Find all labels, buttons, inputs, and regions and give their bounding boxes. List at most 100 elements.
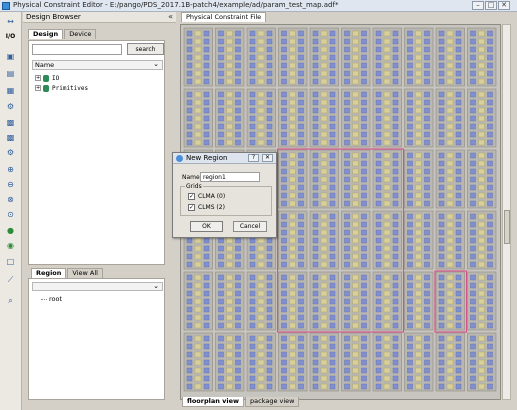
disk-alt-icon[interactable]: ▩ [3, 131, 18, 144]
zoom-fit-icon[interactable]: ⊗ [3, 193, 18, 206]
floorplan-tile[interactable] [404, 210, 434, 270]
tab-view-all[interactable]: View All [67, 268, 103, 278]
floorplan-tile[interactable] [467, 27, 497, 87]
checkbox-row-clma[interactable]: ✓ CLMA (0) [188, 193, 225, 200]
line-icon[interactable]: ⟋ [3, 273, 18, 286]
tab-design[interactable]: Design [28, 29, 64, 39]
tab-region[interactable]: Region [31, 268, 67, 278]
floorplan-tile[interactable] [372, 88, 402, 148]
floorplan-tile[interactable] [278, 332, 308, 392]
floorplan-tile[interactable] [309, 88, 339, 148]
floorplan-tile[interactable] [183, 88, 213, 148]
chevron-down-icon[interactable]: ⌄ [153, 60, 159, 68]
floorplan-tile[interactable] [404, 149, 434, 209]
rectangle-icon[interactable]: □ [3, 255, 18, 268]
floorplan-tile[interactable] [435, 88, 465, 148]
floorplan-tile[interactable] [467, 149, 497, 209]
floorplan-tile[interactable] [215, 332, 245, 392]
maximize-button[interactable]: □ [485, 1, 497, 10]
arrows-icon[interactable]: ↔ [3, 15, 18, 28]
floorplan-tile[interactable] [183, 332, 213, 392]
floorplan-tile[interactable] [309, 27, 339, 87]
ok-button[interactable]: OK [190, 221, 223, 232]
floorplan-tile[interactable] [246, 271, 276, 331]
zoom-out-icon[interactable]: ⊖ [3, 178, 18, 191]
floorplan-tile[interactable] [404, 88, 434, 148]
tree-item-primitives[interactable]: + Primitives [35, 84, 88, 92]
green-ring-icon[interactable]: ◉ [3, 239, 18, 252]
io-icon[interactable]: I/O [3, 30, 18, 43]
floorplan-tile[interactable] [341, 210, 371, 270]
clms-checkbox[interactable]: ✓ [188, 204, 195, 211]
floorplan-tile[interactable] [183, 271, 213, 331]
search-icon[interactable]: ⌕ [3, 294, 18, 307]
chevron-down-icon[interactable]: ⌄ [153, 282, 159, 290]
floorplan-tile[interactable] [341, 271, 371, 331]
help-button[interactable]: ? [248, 154, 259, 162]
floorplan-tile[interactable] [278, 271, 308, 331]
region-item-root[interactable]: root [41, 295, 62, 303]
floorplan-tile[interactable] [372, 332, 402, 392]
checkbox-row-clms[interactable]: ✓ CLMS (2) [188, 204, 225, 211]
disk-icon[interactable]: ▩ [3, 116, 18, 129]
green-circle-icon[interactable]: ● [3, 224, 18, 237]
gear-icon[interactable]: ⚙ [3, 100, 18, 113]
close-button[interactable]: ✕ [498, 1, 510, 10]
floorplan-tile[interactable] [467, 271, 497, 331]
floorplan-icon[interactable]: ▦ [3, 84, 18, 97]
collapse-panel-icon[interactable]: « [168, 12, 173, 21]
zoom-area-icon[interactable]: ⊙ [3, 208, 18, 221]
tab-physical-constraint-file[interactable]: Physical Constraint File [181, 12, 267, 22]
region-name-input[interactable] [200, 172, 260, 182]
clma-checkbox[interactable]: ✓ [188, 193, 195, 200]
floorplan-tile[interactable] [341, 88, 371, 148]
dialog-close-button[interactable]: ✕ [262, 154, 273, 162]
floorplan-tile[interactable] [435, 27, 465, 87]
tab-package-view[interactable]: package view [245, 397, 300, 407]
floorplan-tile[interactable] [435, 210, 465, 270]
minimize-button[interactable]: – [472, 1, 484, 10]
settings-icon[interactable]: ⚙ [3, 146, 18, 159]
floorplan-tile[interactable] [309, 271, 339, 331]
floorplan-tile[interactable] [341, 149, 371, 209]
name-column-header[interactable]: Name ⌄ [32, 60, 163, 70]
floorplan-tile[interactable] [246, 27, 276, 87]
floorplan-tile[interactable] [183, 27, 213, 87]
floorplan-tile[interactable] [341, 332, 371, 392]
expand-icon[interactable]: + [35, 75, 41, 81]
region-column-header[interactable]: ⌄ [32, 282, 163, 291]
floorplan-tile[interactable] [278, 88, 308, 148]
floorplan-tile[interactable] [404, 27, 434, 87]
search-button[interactable]: search [127, 43, 164, 55]
floorplan-tile[interactable] [309, 210, 339, 270]
floorplan-tile[interactable] [467, 88, 497, 148]
floorplan-tile[interactable] [372, 27, 402, 87]
floorplan-tile[interactable] [341, 27, 371, 87]
zoom-in-icon[interactable]: ⊕ [3, 163, 18, 176]
floorplan-tile[interactable] [467, 332, 497, 392]
floorplan-tile[interactable] [215, 271, 245, 331]
scrollbar-thumb[interactable] [504, 210, 510, 244]
floorplan-tile[interactable] [372, 149, 402, 209]
floorplan-tile[interactable] [372, 210, 402, 270]
search-input[interactable] [32, 44, 122, 55]
floorplan-tile[interactable] [435, 149, 465, 209]
floorplan-tile[interactable] [278, 27, 308, 87]
floorplan-tile[interactable] [404, 271, 434, 331]
floorplan-tile[interactable] [435, 271, 465, 331]
tree-item-io[interactable]: + IO [35, 74, 59, 82]
floorplan-tile[interactable] [246, 88, 276, 148]
floorplan-tile[interactable] [404, 332, 434, 392]
floorplan-tile[interactable] [278, 210, 308, 270]
vertical-scrollbar[interactable] [502, 24, 511, 400]
save-icon[interactable]: ▤ [3, 67, 18, 80]
floorplan-tile[interactable] [215, 88, 245, 148]
expand-icon[interactable]: + [35, 85, 41, 91]
package-icon[interactable]: ▣ [3, 50, 18, 63]
floorplan-tile[interactable] [278, 149, 308, 209]
floorplan-tile[interactable] [467, 210, 497, 270]
tab-device[interactable]: Device [64, 29, 97, 39]
floorplan-tile[interactable] [309, 332, 339, 392]
floorplan-tile[interactable] [215, 27, 245, 87]
floorplan-tile[interactable] [309, 149, 339, 209]
